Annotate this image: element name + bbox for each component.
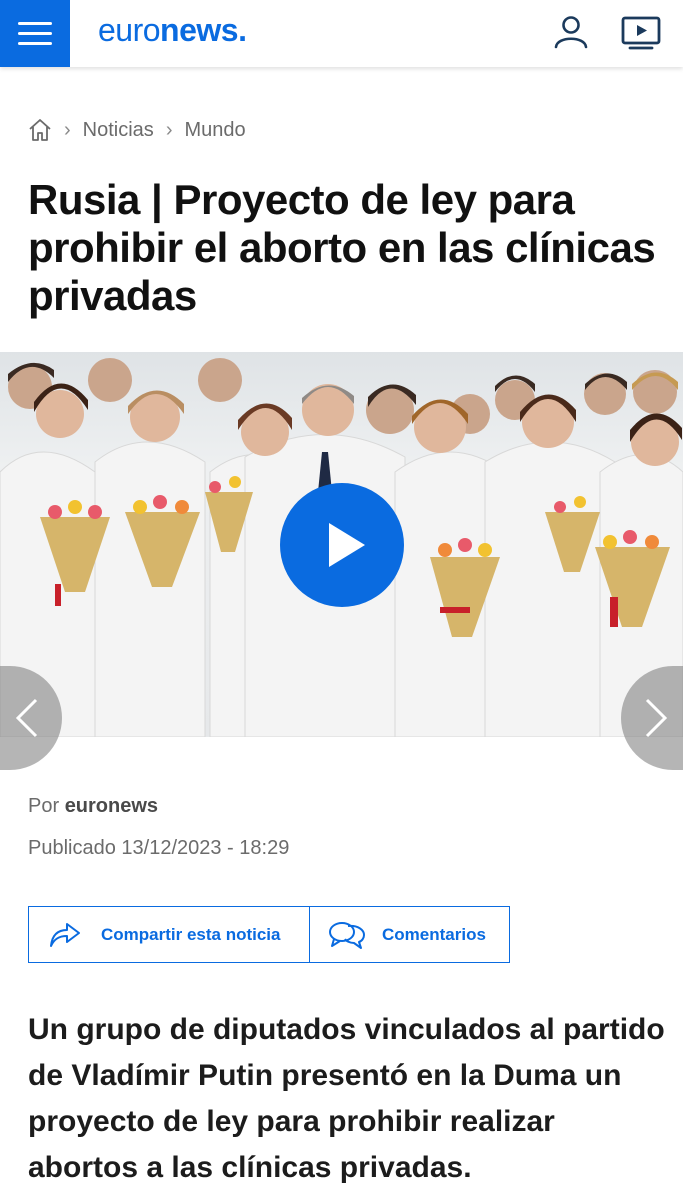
home-icon[interactable] bbox=[28, 118, 52, 142]
chevron-right-icon: › bbox=[165, 118, 173, 141]
tv-play-icon[interactable] bbox=[620, 14, 662, 52]
share-label: Compartir esta noticia bbox=[101, 924, 281, 944]
comments-bubbles-icon bbox=[329, 921, 365, 949]
chevron-right-icon bbox=[645, 698, 668, 738]
comments-label: Comentarios bbox=[382, 924, 486, 944]
article-lead: Un grupo de diputados vinculados al part… bbox=[28, 1013, 665, 1184]
breadcrumb-mundo[interactable]: Mundo bbox=[184, 119, 245, 142]
breadcrumb-noticias[interactable]: Noticias bbox=[83, 119, 154, 142]
share-bar: Compartir esta noticia Comentarios bbox=[28, 906, 510, 963]
share-button[interactable]: Compartir esta noticia bbox=[29, 907, 310, 962]
chevron-left-icon bbox=[15, 698, 38, 738]
comments-button[interactable]: Comentarios bbox=[310, 907, 509, 962]
chevron-right-icon: › bbox=[64, 118, 71, 141]
article-byline: Por euronews bbox=[28, 795, 158, 818]
byline-author[interactable]: euronews bbox=[65, 795, 158, 817]
article-title: Rusia | Proyecto de ley para prohibir el… bbox=[28, 176, 656, 319]
published-date: Publicado 13/12/2023 - 18:29 bbox=[28, 837, 290, 859]
byline-prefix: Por bbox=[28, 795, 60, 817]
play-icon bbox=[329, 523, 365, 567]
hamburger-menu-icon[interactable] bbox=[0, 0, 70, 67]
user-icon[interactable] bbox=[553, 14, 589, 50]
play-video-button[interactable] bbox=[280, 483, 404, 607]
share-arrow-icon bbox=[50, 922, 80, 947]
breadcrumb: › Noticias › Mundo bbox=[28, 118, 246, 142]
site-header: euronews. bbox=[0, 0, 683, 67]
euronews-logo[interactable]: euronews. bbox=[98, 12, 247, 49]
